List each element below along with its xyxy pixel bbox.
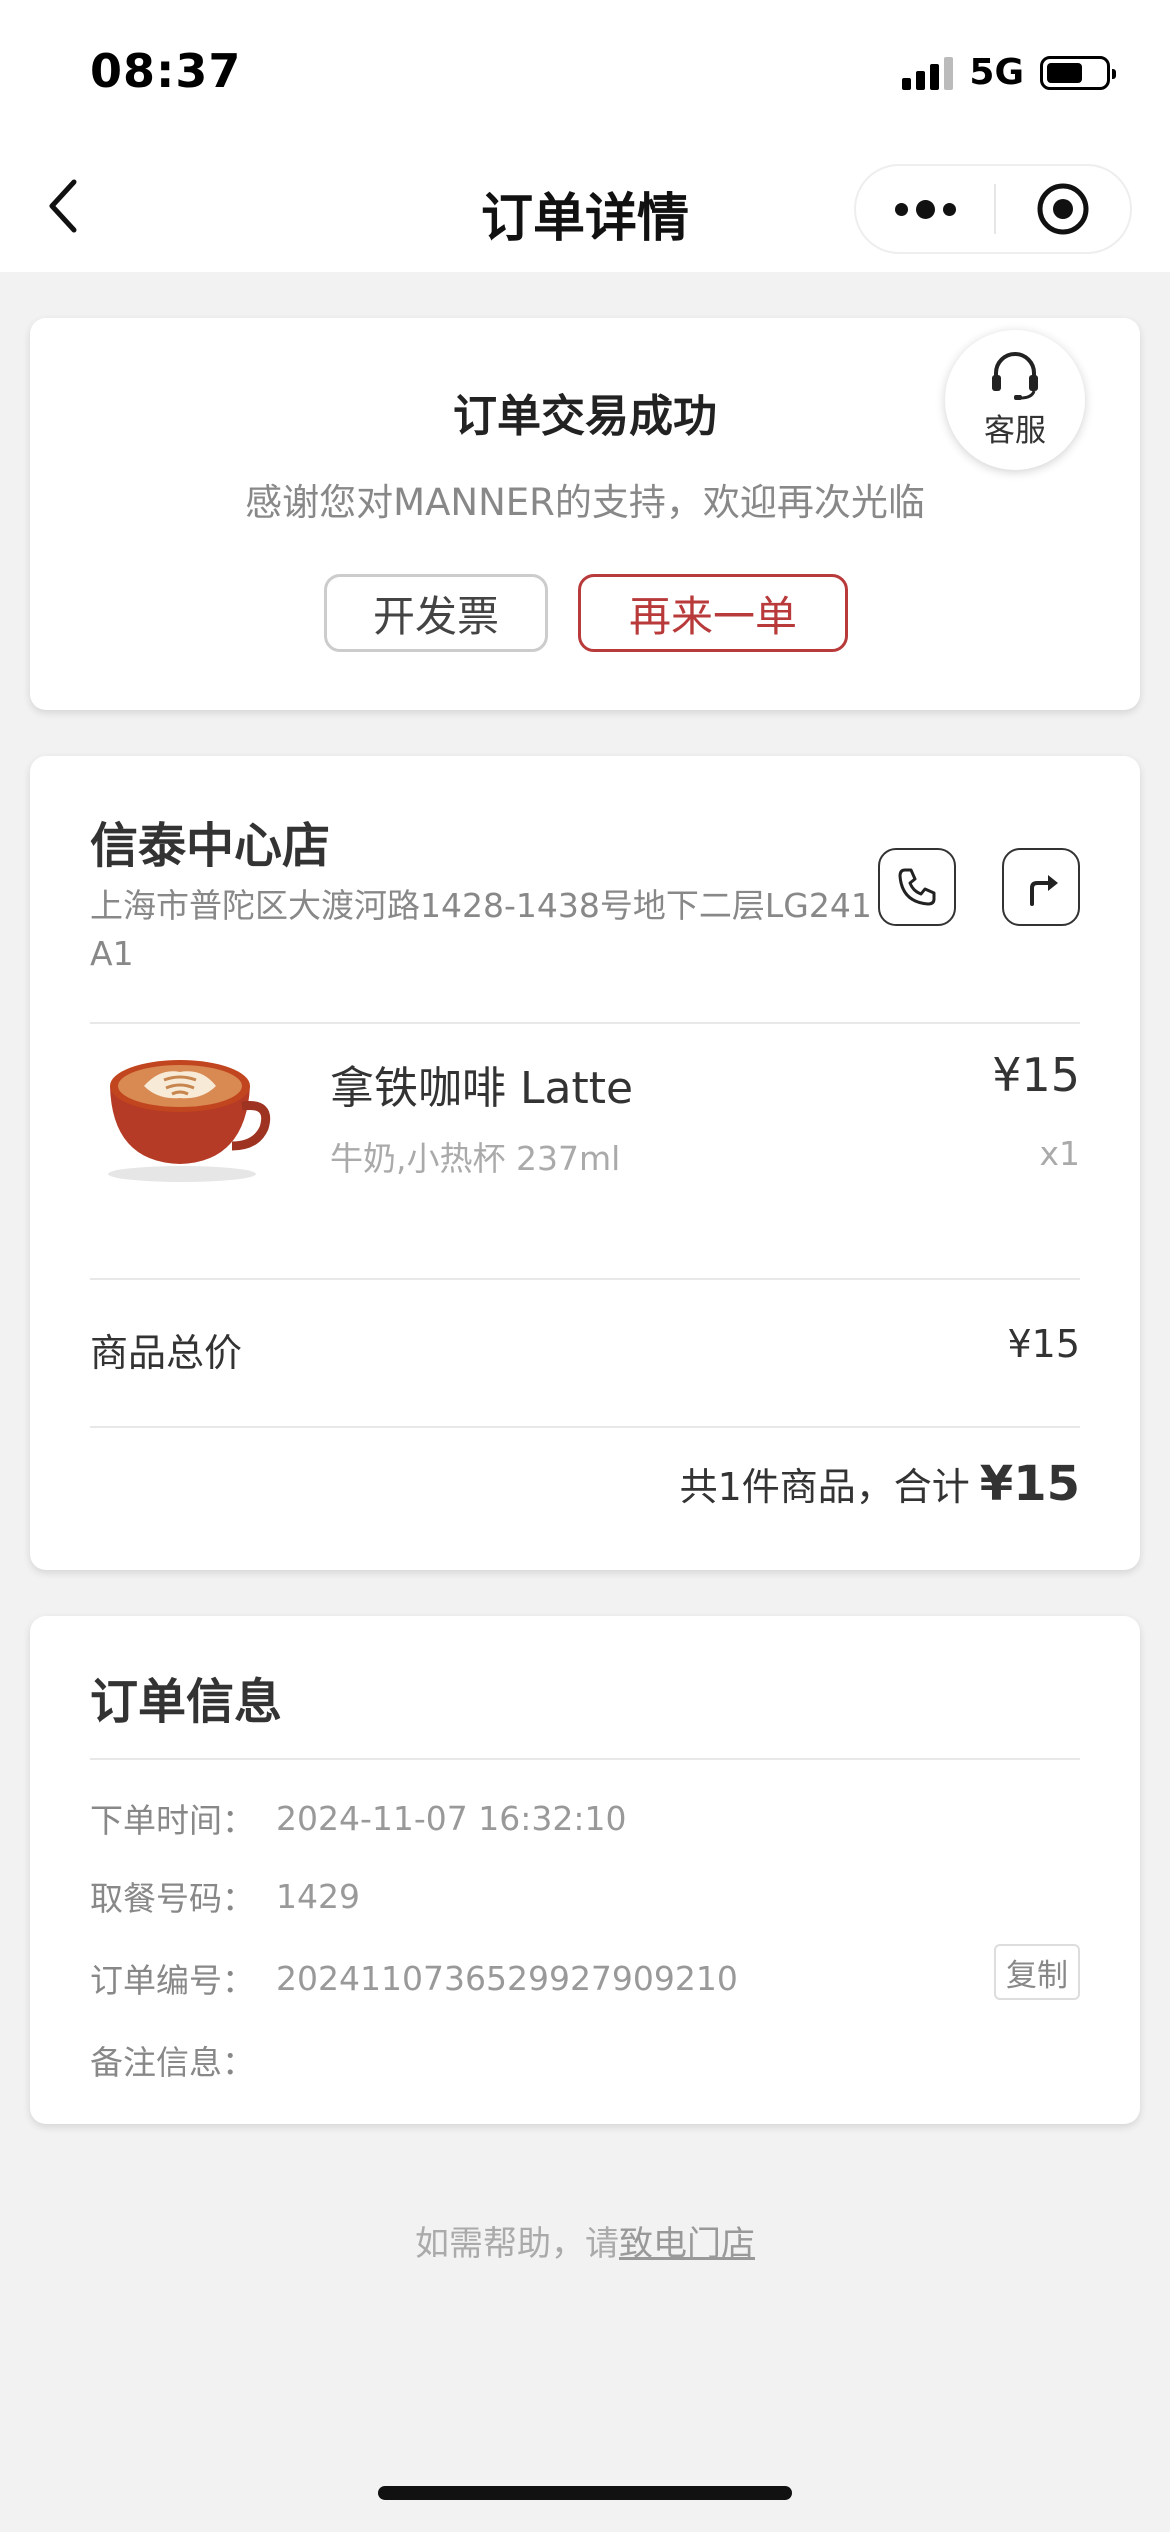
order-info-title: 订单信息 [90,1674,283,1730]
divider [90,1426,1080,1428]
reorder-button[interactable]: 再来一单 [578,574,848,652]
signal-icon [902,56,954,90]
more-dots-icon [915,199,935,219]
total-amount: ¥15 [979,1456,1080,1512]
subtotal-label: 商品总价 [90,1331,243,1375]
order-status-subtitle: 感谢您对MANNER的支持，欢迎再次光临 [245,481,925,524]
info-value: 2024-11-07 16:32:10 [276,1798,627,1838]
product-spec: 牛奶,小热杯 237ml [330,1139,621,1178]
home-indicator [378,2486,792,2500]
info-row-order-time: 下单时间： 2024-11-07 16:32:10 [90,1794,1080,1842]
total-text: 共1件商品，合计 [679,1465,970,1509]
product-price: ¥15 [992,1048,1080,1102]
battery-level [1047,62,1082,83]
network-type: 5G [969,52,1024,93]
headset-icon [992,351,1038,400]
info-row-remarks: 备注信息： [90,2036,1080,2084]
info-label: 取餐号码： [90,1879,255,1918]
turn-right-icon [1030,875,1058,906]
info-value: 1429 [276,1876,360,1916]
info-value: 2024110736529927909210 [276,1958,738,1998]
close-miniprogram-button[interactable] [996,181,1130,237]
info-label: 下单时间： [90,1801,255,1840]
divider [90,1758,1080,1760]
subtotal-value: ¥15 [1007,1322,1080,1366]
invoice-button[interactable]: 开发票 [324,574,548,652]
latte-product-image [92,1024,272,1184]
order-info-card: 订单信息 下单时间： 2024-11-07 16:32:10 取餐号码： 142… [30,1616,1140,2124]
customer-service-label: 客服 [984,412,1046,449]
more-dots-icon [942,202,956,216]
store-name: 信泰中心店 [90,818,331,874]
target-icon [1037,183,1089,235]
more-button[interactable] [856,166,994,252]
help-text: 如需帮助，请致电门店 [0,2216,1170,2265]
info-row-pickup-number: 取餐号码： 1429 [90,1872,1080,1920]
status-time: 08:37 [90,44,242,98]
help-prefix: 如需帮助，请 [415,2224,619,2264]
call-store-link[interactable]: 致电门店 [619,2224,755,2264]
order-total: 共1件商品，合计 ¥15 [680,1456,1080,1512]
top-area: 08:37 5G 订单详情 [0,0,1170,272]
call-store-button[interactable] [878,848,956,926]
navigate-button[interactable] [1002,848,1080,926]
store-order-card: 信泰中心店 上海市普陀区大渡河路1428-1438号地下二层LG241A1 拿铁… [30,756,1140,1570]
more-dots-icon [894,202,908,216]
store-address: 上海市普陀区大渡河路1428-1438号地下二层LG241A1 [90,886,872,973]
status-indicators: 5G [902,52,1116,93]
copy-order-number-button[interactable]: 复制 [994,1944,1080,2000]
mini-program-capsule [854,164,1132,254]
customer-service-button[interactable]: 客服 [945,330,1085,470]
product-quantity: x1 [1039,1134,1080,1173]
info-label: 订单编号： [90,1961,255,2000]
divider [90,1278,1080,1280]
phone-icon [898,868,936,906]
battery-icon [1040,55,1116,90]
info-row-order-number: 订单编号： 2024110736529927909210 复制 [90,1944,1080,2002]
info-label: 备注信息： [90,2043,255,2082]
product-name: 拿铁咖啡 Latte [330,1063,634,1114]
